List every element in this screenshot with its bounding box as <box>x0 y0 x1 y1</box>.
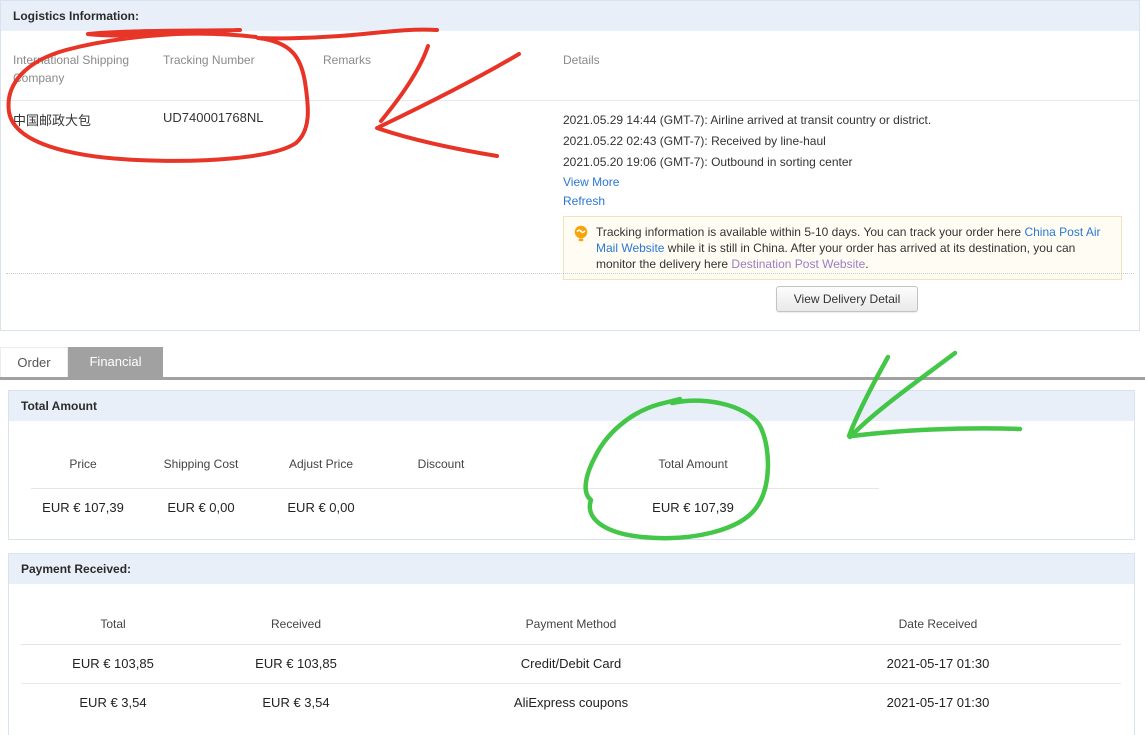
col-payment-method: Payment Method <box>525 617 617 631</box>
total-amount-header: Total Amount <box>9 391 1134 421</box>
col-date-received: Date Received <box>898 617 978 631</box>
logistics-title: Logistics Information: <box>13 9 139 23</box>
lightbulb-icon <box>574 225 588 242</box>
col-total: Total <box>100 617 126 631</box>
financial-table-header: Price Shipping Cost Adjust Price Discoun… <box>31 421 879 489</box>
col-shipping-company: International Shipping Company <box>13 53 130 85</box>
adjust-price-value: EUR € 0,00 <box>287 500 355 515</box>
price-value: EUR € 107,39 <box>42 500 124 515</box>
tracking-event: 2021.05.29 14:44 (GMT-7): Airline arrive… <box>563 113 932 127</box>
payment-received-title: Payment Received: <box>21 562 132 576</box>
dotted-divider <box>6 273 1134 274</box>
view-delivery-detail-button[interactable]: View Delivery Detail <box>776 286 918 312</box>
payment-method: Credit/Debit Card <box>520 656 622 671</box>
remarks-value <box>323 110 563 280</box>
payment-received: EUR € 3,54 <box>262 695 330 710</box>
col-remarks: Remarks <box>323 53 372 67</box>
tip-text-1: Tracking information is available within… <box>596 225 1025 239</box>
total-amount-section: Total Amount Price Shipping Cost Adjust … <box>8 390 1135 540</box>
logistics-table-header: International Shipping Company Tracking … <box>1 31 1139 101</box>
shipping-company-value: 中国邮政大包 <box>13 113 92 128</box>
tracking-event: 2021.05.22 02:43 (GMT-7): Received by li… <box>563 134 826 148</box>
logistics-section: Logistics Information: International Shi… <box>0 0 1140 331</box>
payment-received-header: Payment Received: <box>9 554 1134 584</box>
payment-date: 2021-05-17 01:30 <box>886 656 990 671</box>
payment-received-section: Payment Received: Total Received Payment… <box>8 553 1135 735</box>
financial-table: Price Shipping Cost Adjust Price Discoun… <box>31 421 879 515</box>
financial-table-row: EUR € 107,39 EUR € 0,00 EUR € 0,00 EUR €… <box>31 489 879 515</box>
total-amount-value: EUR € 107,39 <box>652 500 734 515</box>
order-detail-page: Logistics Information: International Shi… <box>0 0 1145 735</box>
tab-bar: Order Financial <box>0 347 163 377</box>
view-more-link[interactable]: View More <box>563 173 1125 192</box>
payment-total: EUR € 103,85 <box>72 656 154 671</box>
payment-method: AliExpress coupons <box>513 695 629 710</box>
payment-table: Total Received Payment Method Date Recei… <box>21 584 1121 722</box>
tracking-event: 2021.05.20 19:06 (GMT-7): Outbound in so… <box>563 155 853 169</box>
tracking-number-value: UD740001768NL <box>163 110 264 125</box>
col-adjust-price: Adjust Price <box>288 457 354 471</box>
col-details: Details <box>563 53 600 67</box>
destination-post-link[interactable]: Destination Post Website <box>731 257 865 271</box>
col-shipping-cost: Shipping Cost <box>163 457 239 471</box>
tracking-tip-box: Tracking information is available within… <box>563 216 1122 280</box>
col-discount: Discount <box>417 457 465 471</box>
logistics-table-row: 中国邮政大包 UD740001768NL 2021.05.29 14:44 (G… <box>1 101 1139 280</box>
col-total-amount: Total Amount <box>658 457 728 471</box>
tip-text-3: . <box>865 257 869 271</box>
payment-row: EUR € 103,85 EUR € 103,85 Credit/Debit C… <box>21 645 1121 684</box>
payment-row: EUR € 3,54 EUR € 3,54 AliExpress coupons… <box>21 684 1121 722</box>
refresh-link[interactable]: Refresh <box>563 192 1125 211</box>
tab-order[interactable]: Order <box>0 347 68 377</box>
col-tracking-number: Tracking Number <box>163 53 255 67</box>
details-cell: 2021.05.29 14:44 (GMT-7): Airline arrive… <box>563 110 1139 280</box>
tab-underline <box>0 377 1145 380</box>
total-amount-title: Total Amount <box>21 399 97 413</box>
payment-total: EUR € 3,54 <box>79 695 147 710</box>
payment-received: EUR € 103,85 <box>255 656 337 671</box>
payment-table-header: Total Received Payment Method Date Recei… <box>21 584 1121 645</box>
tab-financial[interactable]: Financial <box>68 347 163 377</box>
col-price: Price <box>69 457 97 471</box>
col-received: Received <box>270 617 322 631</box>
logistics-section-header: Logistics Information: <box>1 1 1139 31</box>
shipping-cost-value: EUR € 0,00 <box>167 500 235 515</box>
payment-date: 2021-05-17 01:30 <box>886 695 990 710</box>
discount-value <box>375 500 507 515</box>
